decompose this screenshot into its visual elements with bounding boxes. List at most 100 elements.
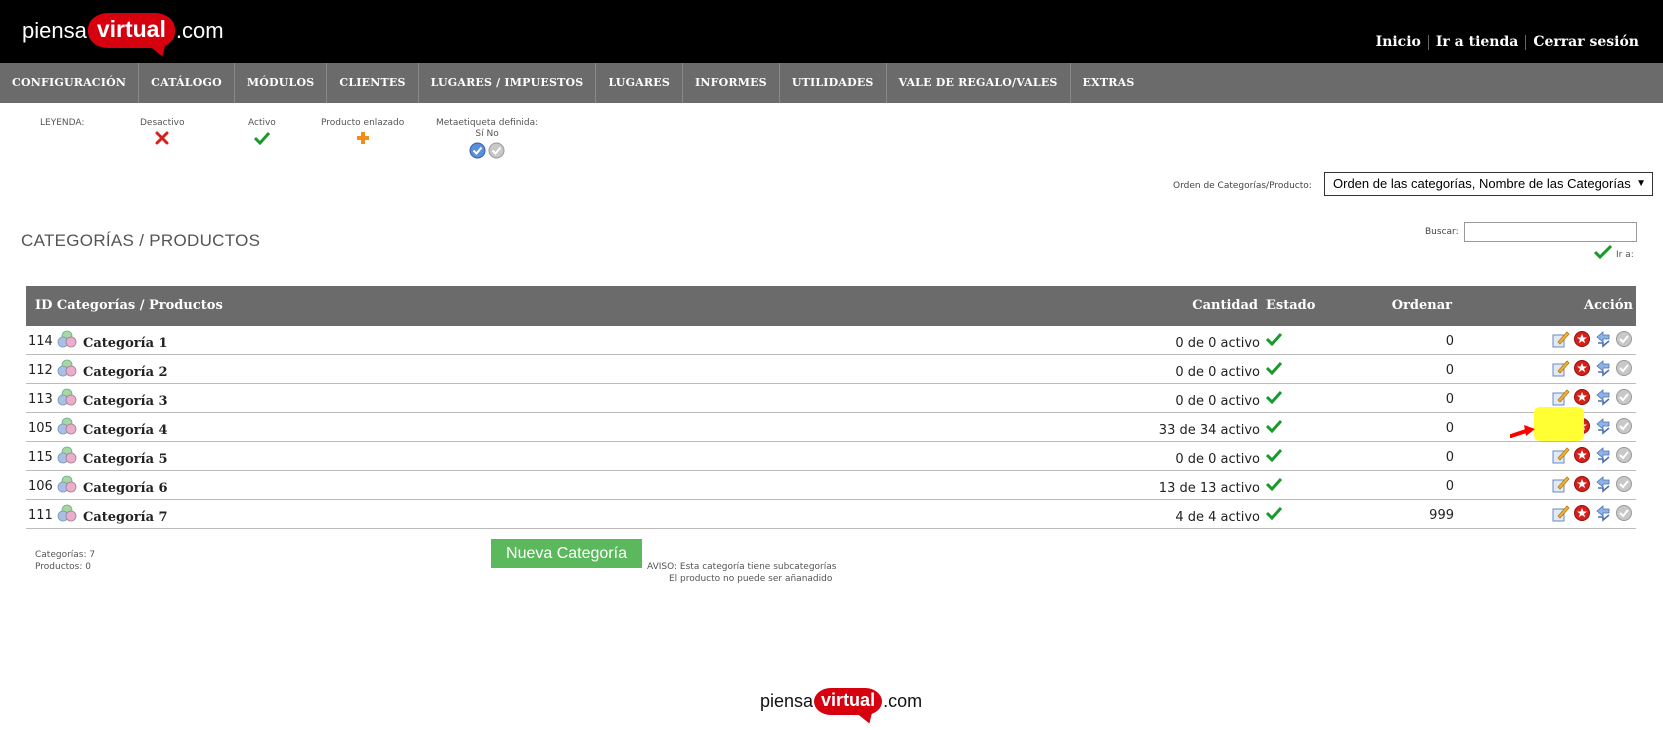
row-actions <box>1552 475 1633 493</box>
table-stats: Categorías: 7 Productos: 0 <box>35 549 95 573</box>
legend-meta-label: Metaetiqueta definida: <box>436 118 539 128</box>
edit-icon[interactable] <box>1552 504 1570 522</box>
status-active-icon[interactable] <box>1265 419 1283 437</box>
meta-grey-check-icon[interactable] <box>1615 504 1633 522</box>
edit-icon[interactable] <box>1552 388 1570 406</box>
footer-logo[interactable]: piensa virtual .com <box>760 688 922 715</box>
meta-grey-check-icon[interactable] <box>1615 388 1633 406</box>
edit-highlight <box>1534 407 1584 441</box>
move-icon[interactable] <box>1594 446 1612 464</box>
table-row[interactable]: 105 Categoría 4 33 de 34 activo 0 <box>26 413 1636 442</box>
table-row[interactable]: 114 Categoría 1 0 de 0 activo 0 <box>26 326 1636 355</box>
nav-lugares[interactable]: LUGARES <box>596 63 683 103</box>
delete-icon[interactable] <box>1573 475 1591 493</box>
header-order: Ordenar <box>1391 298 1452 313</box>
row-name[interactable]: Categoría 7 <box>83 510 168 525</box>
link-cerrar-sesion[interactable]: Cerrar sesión <box>1533 34 1639 50</box>
status-active-icon[interactable] <box>1265 477 1283 495</box>
row-order: 0 <box>1445 450 1454 465</box>
green-check-icon <box>253 131 270 145</box>
brand-logo[interactable]: piensa virtual .com <box>22 13 224 48</box>
header-id-name: ID Categorías / Productos <box>35 298 223 313</box>
link-inicio[interactable]: Inicio <box>1376 34 1421 50</box>
status-active-icon[interactable] <box>1265 448 1283 466</box>
table-row[interactable]: 115 Categoría 5 0 de 0 activo 0 <box>26 442 1636 471</box>
delete-icon[interactable] <box>1573 330 1591 348</box>
nav-clientes[interactable]: CLIENTES <box>327 63 419 103</box>
delete-icon[interactable] <box>1573 388 1591 406</box>
meta-grey-check-icon[interactable] <box>1615 446 1633 464</box>
search-input[interactable] <box>1464 222 1637 242</box>
nav-extras[interactable]: EXTRAS <box>1071 63 1147 103</box>
nav-catalogo[interactable]: CATÁLOGO <box>139 63 235 103</box>
table-row[interactable]: 111 Categoría 7 4 de 4 activo 999 <box>26 500 1636 529</box>
link-ir-a-tienda[interactable]: Ir a tienda <box>1436 34 1518 50</box>
status-active-icon[interactable] <box>1265 361 1283 379</box>
top-links: Inicio Ir a tienda Cerrar sesión <box>1376 34 1639 50</box>
grey-check-circle-icon <box>488 142 505 159</box>
row-actions <box>1552 446 1633 464</box>
row-id: 112 <box>28 363 53 378</box>
main-nav: CONFIGURACIÓN CATÁLOGO MÓDULOS CLIENTES … <box>0 63 1663 103</box>
delete-icon[interactable] <box>1573 504 1591 522</box>
link-separator <box>1427 34 1429 50</box>
status-active-icon[interactable] <box>1265 506 1283 524</box>
nav-informes[interactable]: INFORMES <box>683 63 780 103</box>
logo-text-virtual: virtual <box>87 13 175 48</box>
nav-configuracion[interactable]: CONFIGURACIÓN <box>0 63 140 103</box>
move-icon[interactable] <box>1594 417 1612 435</box>
row-actions <box>1552 359 1633 377</box>
move-icon[interactable] <box>1594 330 1612 348</box>
move-icon[interactable] <box>1594 388 1612 406</box>
header-status: Estado <box>1266 298 1316 313</box>
row-name[interactable]: Categoría 1 <box>83 336 168 351</box>
move-icon[interactable] <box>1594 475 1612 493</box>
go-check-icon[interactable] <box>1594 245 1612 259</box>
top-header: piensa virtual .com Inicio Ir a tienda C… <box>0 0 1663 63</box>
row-name[interactable]: Categoría 4 <box>83 423 168 438</box>
row-order: 0 <box>1445 479 1454 494</box>
row-name[interactable]: Categoría 2 <box>83 365 168 380</box>
delete-icon[interactable] <box>1573 359 1591 377</box>
legend-active-label: Activo <box>248 118 276 128</box>
categories-table: ID Categorías / Productos Cantidad Estad… <box>26 286 1636 529</box>
row-actions <box>1552 504 1633 522</box>
move-icon[interactable] <box>1594 359 1612 377</box>
row-name[interactable]: Categoría 5 <box>83 452 168 467</box>
meta-grey-check-icon[interactable] <box>1615 417 1633 435</box>
move-icon[interactable] <box>1594 504 1612 522</box>
row-id: 115 <box>28 450 53 465</box>
row-name[interactable]: Categoría 6 <box>83 481 168 496</box>
table-row[interactable]: 112 Categoría 2 0 de 0 activo 0 <box>26 355 1636 384</box>
edit-icon[interactable] <box>1552 330 1570 348</box>
row-id: 105 <box>28 421 53 436</box>
row-id: 114 <box>28 334 53 349</box>
row-actions <box>1552 388 1633 406</box>
row-quantity: 0 de 0 activo <box>1175 394 1260 409</box>
status-active-icon[interactable] <box>1265 390 1283 408</box>
stats-categories: Categorías: 7 <box>35 550 96 560</box>
nav-lugares-impuestos[interactable]: LUGARES / IMPUESTOS <box>419 63 597 103</box>
table-row[interactable]: 106 Categoría 6 13 de 13 activo 0 <box>26 471 1636 500</box>
edit-icon[interactable] <box>1552 475 1570 493</box>
status-active-icon[interactable] <box>1265 332 1283 350</box>
row-order: 0 <box>1445 392 1454 407</box>
footer-logo-text-com: .com <box>883 691 923 711</box>
row-quantity: 13 de 13 activo <box>1158 481 1260 496</box>
meta-grey-check-icon[interactable] <box>1615 330 1633 348</box>
header-quantity: Cantidad <box>1192 298 1258 313</box>
nav-modulos[interactable]: MÓDULOS <box>235 63 328 103</box>
edit-icon[interactable] <box>1552 446 1570 464</box>
edit-icon[interactable] <box>1552 359 1570 377</box>
new-category-button[interactable]: Nueva Categoría <box>491 539 642 568</box>
row-id: 111 <box>28 508 53 523</box>
nav-utilidades[interactable]: UTILIDADES <box>780 63 887 103</box>
meta-grey-check-icon[interactable] <box>1615 475 1633 493</box>
nav-vale-regalo[interactable]: VALE DE REGALO/VALES <box>887 63 1071 103</box>
row-name[interactable]: Categoría 3 <box>83 394 168 409</box>
meta-grey-check-icon[interactable] <box>1615 359 1633 377</box>
table-row[interactable]: 113 Categoría 3 0 de 0 activo 0 <box>26 384 1636 413</box>
sort-select[interactable]: Orden de las categorías, Nombre de las C… <box>1324 172 1653 196</box>
delete-icon[interactable] <box>1573 446 1591 464</box>
row-quantity: 0 de 0 activo <box>1175 365 1260 380</box>
